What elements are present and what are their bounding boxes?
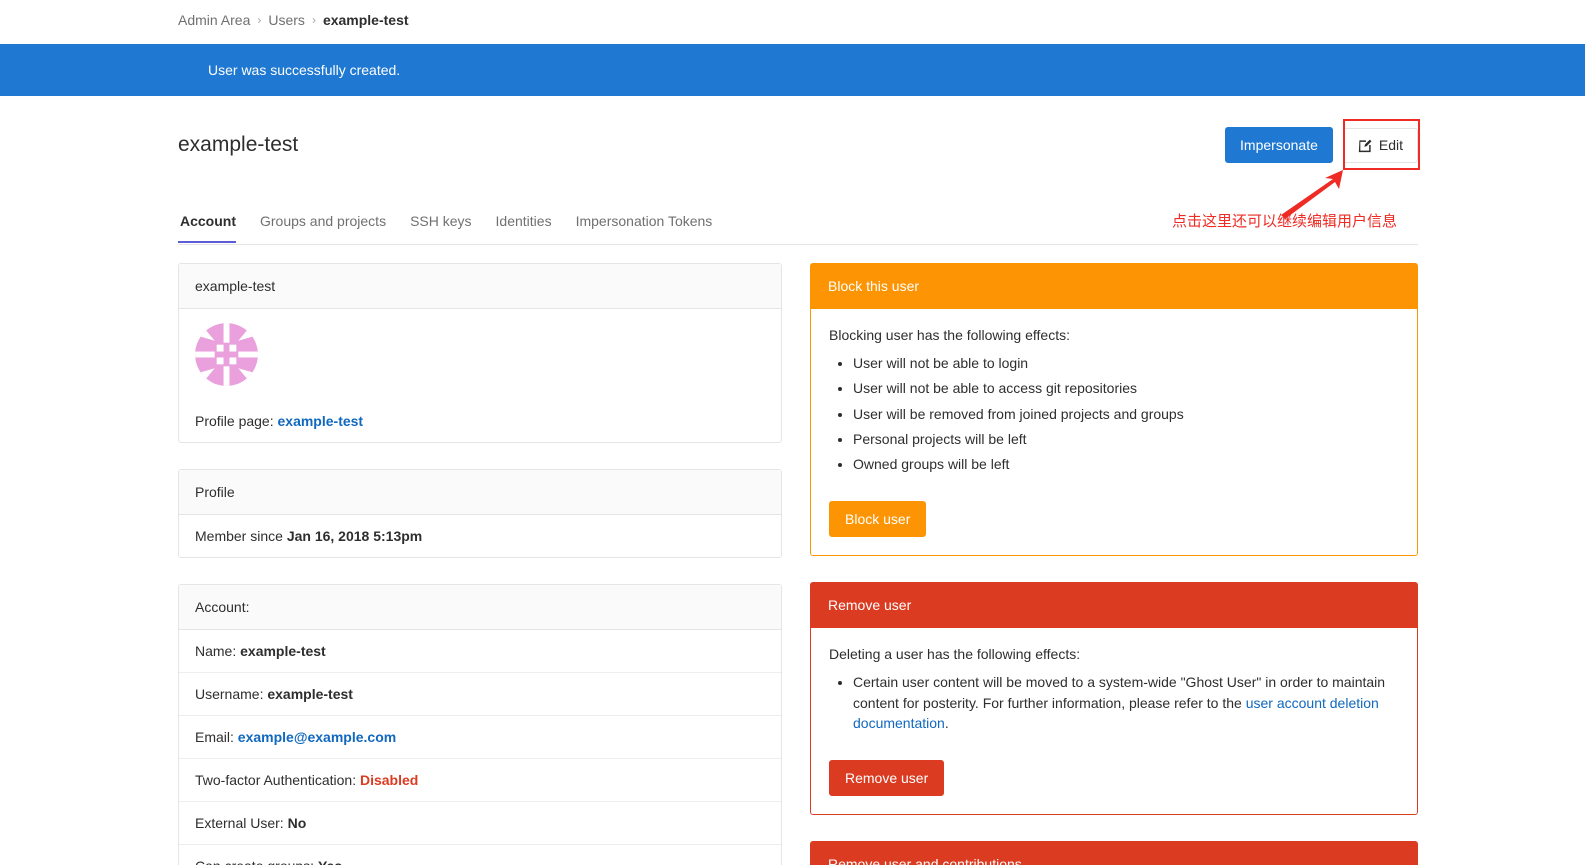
user-tabs: Account Groups and projects SSH keys Ide… (178, 205, 1418, 245)
member-since-label: Member since (195, 528, 283, 544)
tab-ssh-keys[interactable]: SSH keys (398, 205, 483, 242)
account-row-can-create-groups: Can create groups: Yes (179, 845, 781, 865)
block-user-panel-header: Block this user (810, 263, 1418, 309)
block-user-intro: Blocking user has the following effects: (829, 327, 1070, 343)
user-identity-card-header: example-test (179, 264, 781, 309)
remove-user-panel-header: Remove user (810, 582, 1418, 629)
remove-effect-text-after: . (944, 715, 949, 732)
remove-user-panel: Remove user Deleting a user has the foll… (810, 582, 1418, 816)
left-column: example-test Profile page: example-test … (178, 263, 782, 865)
list-item: Owned groups will be left (853, 454, 1399, 474)
account-row-username: Username: example-test (179, 673, 781, 716)
user-identity-card: example-test Profile page: example-test (178, 263, 782, 443)
tab-identities[interactable]: Identities (484, 205, 564, 242)
account-row-value: example-test (240, 643, 326, 659)
profile-card: Profile Member since Jan 16, 2018 5:13pm (178, 469, 782, 558)
list-item: User will be removed from joined project… (853, 404, 1399, 424)
breadcrumb: Admin Area › Users › example-test (178, 12, 409, 28)
account-row-value: example-test (267, 686, 353, 702)
right-column: Block this user Blocking user has the fo… (810, 263, 1418, 865)
account-row-label: Can create groups: (195, 858, 314, 865)
account-card-header: Account: (179, 585, 781, 630)
profile-page-link[interactable]: example-test (278, 413, 364, 429)
tab-groups-and-projects[interactable]: Groups and projects (248, 205, 398, 242)
flash-message: User was successfully created. (208, 62, 401, 78)
edit-button-label: Edit (1378, 137, 1403, 153)
breadcrumb-item-users[interactable]: Users (268, 12, 305, 28)
impersonate-button[interactable]: Impersonate (1225, 127, 1333, 163)
account-row-value: No (287, 815, 307, 831)
list-item: User will not be able to login (853, 353, 1399, 373)
tab-impersonation-tokens[interactable]: Impersonation Tokens (564, 205, 725, 242)
account-row-label: Username: (195, 686, 264, 702)
account-email-link[interactable]: example@example.com (238, 729, 396, 745)
profile-card-header: Profile (179, 470, 781, 515)
remove-user-and-contributions-panel: Remove user and contributions (810, 841, 1418, 865)
account-row-email: Email: example@example.com (179, 716, 781, 759)
page-header: example-test Impersonate Edit (178, 118, 1418, 172)
remove-user-panel-body: Deleting a user has the following effect… (810, 628, 1418, 816)
account-row-external-user: External User: No (179, 802, 781, 845)
breadcrumb-separator-icon: › (257, 13, 262, 27)
edit-pencil-icon (1358, 138, 1373, 153)
admin-user-page: Admin Area › Users › example-test User w… (0, 0, 1585, 865)
remove-user-intro: Deleting a user has the following effect… (829, 646, 1081, 663)
account-row-two-factor: Two-factor Authentication: Disabled (179, 759, 781, 802)
remove-user-and-contributions-panel-header: Remove user and contributions (810, 841, 1418, 865)
account-row-label: Two-factor Authentication: (195, 772, 357, 788)
breadcrumb-item-admin-area[interactable]: Admin Area (178, 12, 250, 28)
page-actions: Impersonate Edit (1225, 127, 1418, 163)
remove-user-effects-list: Certain user content will be moved to a … (829, 672, 1399, 733)
block-user-panel-body: Blocking user has the following effects:… (810, 309, 1418, 557)
edit-button[interactable]: Edit (1342, 127, 1418, 163)
block-user-panel: Block this user Blocking user has the fo… (810, 263, 1418, 557)
profile-page-row: Profile page: example-test (179, 400, 781, 442)
member-since-value: Jan 16, 2018 5:13pm (286, 528, 423, 544)
account-row-name: Name: example-test (179, 630, 781, 673)
member-since-row: Member since Jan 16, 2018 5:13pm (179, 515, 781, 557)
tab-account[interactable]: Account (178, 205, 248, 243)
two-factor-status-badge: Disabled (359, 772, 419, 788)
account-row-label: Name: (195, 643, 237, 659)
account-card: Account: Name: example-test Username: ex… (178, 584, 782, 865)
breadcrumb-item-current: example-test (322, 12, 409, 28)
block-user-effects-list: User will not be able to login User will… (829, 353, 1399, 474)
list-item: Certain user content will be moved to a … (853, 672, 1399, 733)
list-item: User will not be able to access git repo… (853, 378, 1399, 398)
flash-success-banner: User was successfully created. (0, 44, 1585, 96)
list-item: Personal projects will be left (853, 429, 1399, 449)
avatar (195, 323, 258, 386)
account-row-label: Email: (195, 729, 234, 745)
remove-user-button[interactable]: Remove user (829, 760, 945, 797)
page-title: example-test (178, 133, 299, 156)
user-avatar-row (179, 309, 781, 400)
account-row-value: Yes (318, 858, 342, 865)
profile-page-label: Profile page: (195, 413, 274, 429)
account-row-label: External User: (195, 815, 284, 831)
breadcrumb-separator-icon: › (311, 13, 316, 27)
block-user-button[interactable]: Block user (829, 501, 927, 538)
